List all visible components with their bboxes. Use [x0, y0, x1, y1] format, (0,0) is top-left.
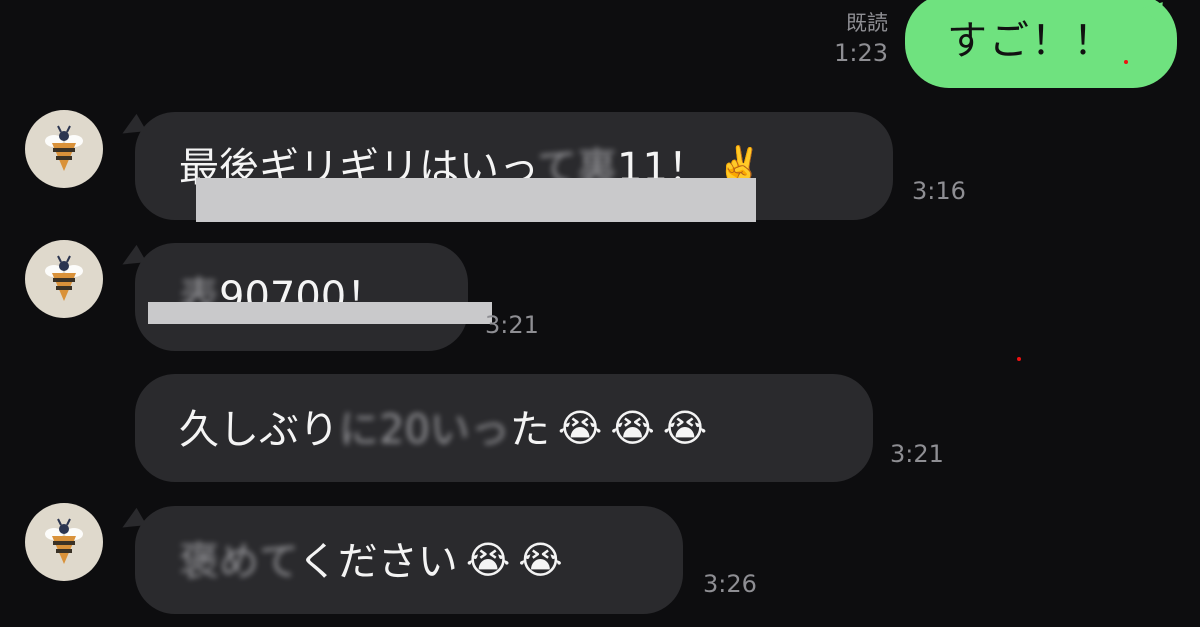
outgoing-message-bubble[interactable]: すご！！ [905, 0, 1177, 88]
redaction-bar [196, 178, 756, 222]
redaction-bar [148, 302, 492, 324]
incoming-message-bubble[interactable]: 久しぶりに20いった 😭 😭 😭 [135, 374, 873, 482]
outgoing-meta: 既読 1:23 [834, 8, 888, 68]
incoming-message-bubble[interactable]: 表90700！ [135, 243, 468, 351]
outgoing-message-text: すご！！ [947, 18, 1115, 64]
crying-face-emoji: 😭 [518, 538, 563, 582]
bee-avatar-icon [34, 249, 94, 309]
message-timestamp: 3:21 [485, 311, 539, 339]
read-receipt: 既読 [846, 11, 888, 35]
crying-face-emoji: 😭 [557, 406, 603, 450]
message-text: 久しぶりに20いった 😭 😭 😭 [179, 402, 707, 456]
message-timestamp: 3:21 [890, 440, 944, 468]
sender-avatar[interactable] [25, 240, 103, 318]
sender-avatar[interactable] [25, 503, 103, 581]
crying-face-emoji: 😭 [465, 538, 511, 582]
red-dot-mark [1124, 60, 1128, 64]
crying-face-emoji: 😭 [610, 406, 655, 450]
message-timestamp: 3:16 [912, 177, 966, 205]
outgoing-timestamp: 1:23 [834, 39, 888, 67]
red-dot-mark [1017, 357, 1021, 361]
incoming-message-bubble[interactable]: 褒めてください 😭 😭 [135, 506, 683, 614]
bee-avatar-icon [34, 119, 94, 179]
message-timestamp: 3:26 [703, 570, 757, 598]
sender-avatar[interactable] [25, 110, 103, 188]
crying-face-emoji: 😭 [662, 406, 708, 450]
message-text: 褒めてください 😭 😭 [179, 534, 563, 588]
bee-avatar-icon [34, 512, 94, 572]
chat-thread: 既読 1:23 すご！！ 最後ギリギリはいって裏11！ ✌️ 3:16 表907… [0, 0, 1200, 627]
